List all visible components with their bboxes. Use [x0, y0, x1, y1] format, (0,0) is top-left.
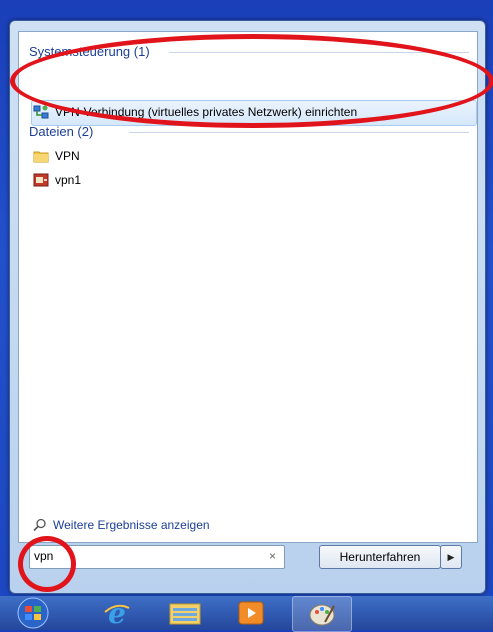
taskbar-media-player[interactable]	[226, 596, 276, 630]
group-header-files[interactable]: Dateien (2)	[29, 124, 93, 139]
start-button[interactable]	[8, 596, 58, 630]
search-box[interactable]: ×	[29, 545, 285, 569]
taskbar: e	[0, 596, 493, 632]
more-results-link[interactable]: Weitere Ergebnisse anzeigen	[33, 518, 210, 532]
group-divider	[129, 132, 469, 133]
result-file-vpn[interactable]: VPN	[33, 146, 80, 166]
taskbar-internet-explorer[interactable]: e	[92, 596, 142, 630]
shutdown-options-button[interactable]: ▶	[440, 545, 462, 569]
media-player-icon	[238, 601, 264, 625]
search-input[interactable]	[34, 548, 254, 564]
windows-orb-icon	[17, 597, 49, 629]
result-label: vpn1	[55, 173, 82, 187]
remote-desktop-file-icon	[33, 173, 49, 187]
search-icon	[33, 518, 46, 532]
network-icon	[33, 105, 49, 119]
folder-icon	[169, 603, 201, 625]
group-header-control-panel[interactable]: Systemsteuerung (1)	[29, 44, 150, 59]
group-divider	[169, 52, 469, 53]
folder-icon	[33, 151, 49, 163]
taskbar-explorer[interactable]	[160, 596, 210, 630]
result-file-vpn1[interactable]: vpn1	[33, 170, 81, 190]
internet-explorer-icon: e	[104, 598, 130, 628]
more-results-label: Weitere Ergebnisse anzeigen	[53, 518, 210, 532]
start-menu: Systemsteuerung (1) VPN-Verbindung (virt…	[9, 20, 486, 594]
search-results-pane: Systemsteuerung (1) VPN-Verbindung (virt…	[18, 31, 478, 543]
result-label: VPN	[55, 149, 80, 163]
paint-icon	[309, 604, 335, 626]
clear-search-icon[interactable]: ×	[269, 549, 276, 563]
shutdown-button[interactable]: Herunterfahren	[319, 545, 441, 569]
result-vpn-setup[interactable]: VPN-Verbindung (virtuelles privates Netz…	[33, 102, 357, 122]
taskbar-paint[interactable]	[292, 596, 352, 632]
svg-text:e: e	[108, 598, 126, 628]
result-label: VPN-Verbindung (virtuelles privates Netz…	[55, 105, 358, 119]
